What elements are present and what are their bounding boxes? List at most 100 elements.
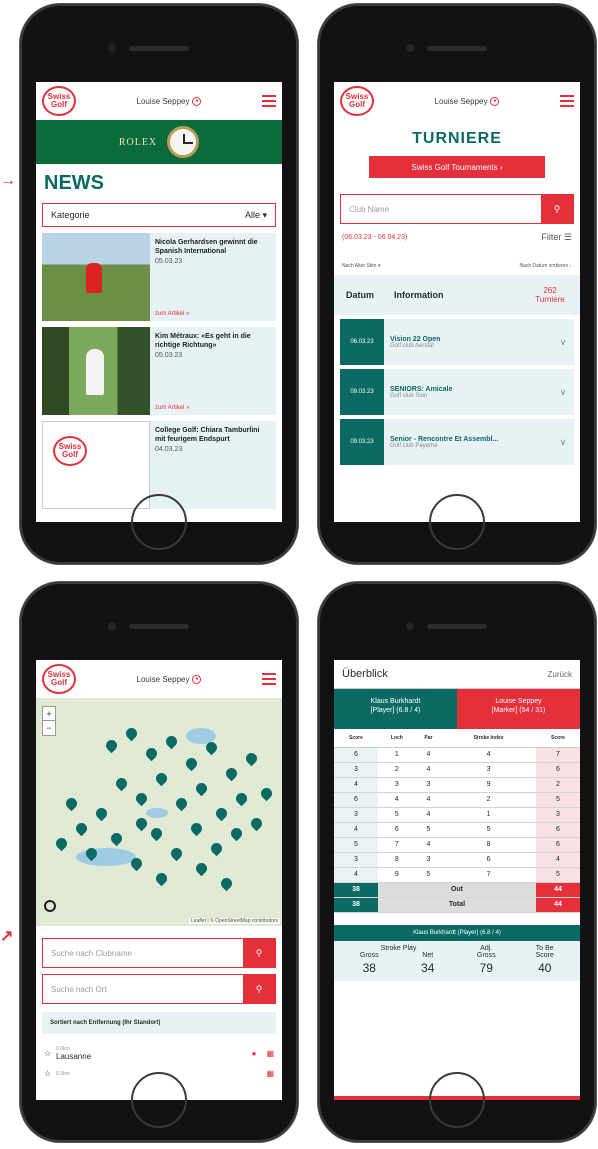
- read-more-link[interactable]: zum Artikel »: [155, 405, 189, 411]
- club-pin-icon[interactable]: [163, 733, 180, 750]
- home-button[interactable]: [429, 1072, 485, 1128]
- map-attribution[interactable]: Leaflet | © OpenStreetMap contributors: [189, 918, 280, 924]
- menu-icon[interactable]: [262, 673, 276, 685]
- locate-icon[interactable]: [44, 900, 56, 912]
- swiss-golf-logo[interactable]: Swiss Golf: [42, 664, 76, 694]
- club-pin-icon[interactable]: [108, 830, 125, 847]
- club-pin-icon[interactable]: [213, 805, 230, 822]
- search-icon[interactable]: ⚲: [243, 975, 275, 1003]
- filter-button[interactable]: Filter ☰: [541, 232, 572, 243]
- back-button[interactable]: Zurück: [548, 670, 572, 679]
- swiss-golf-tournaments-button[interactable]: Swiss Golf Tournaments ›: [369, 156, 545, 178]
- club-pin-icon[interactable]: [208, 840, 225, 857]
- club-search: Suche nach Clubname ⚲: [42, 938, 276, 968]
- club-pin-icon[interactable]: [223, 765, 240, 782]
- sort-left[interactable]: Nach Alter Stim ▾: [342, 263, 380, 269]
- user-profile[interactable]: Louise Seppey ●: [137, 96, 202, 106]
- speaker: [427, 624, 487, 629]
- phone-news: Swiss Golf Louise Seppey ● ROLEX NEWS Kate…: [20, 4, 298, 564]
- club-pin-icon[interactable]: [133, 815, 150, 832]
- camera: [406, 622, 414, 630]
- club-pin-icon[interactable]: [113, 775, 130, 792]
- star-icon[interactable]: ☆: [44, 1069, 56, 1078]
- club-pin-icon[interactable]: [133, 790, 150, 807]
- player-tab[interactable]: Klaus Burkhardt [Player] (6.8 / 4): [334, 689, 457, 729]
- calendar-icon[interactable]: ▦: [266, 1069, 274, 1078]
- date-range[interactable]: (06.03.23 - 06.04.23): [342, 234, 407, 241]
- club-map[interactable]: + − Leaflet | © OpenStreetMap contributo…: [36, 698, 282, 926]
- app-header: Swiss Golf Louise Seppey ●: [36, 82, 282, 120]
- club-pin-icon[interactable]: [183, 755, 200, 772]
- home-button[interactable]: [131, 494, 187, 550]
- chevron-down-icon[interactable]: ∨: [552, 337, 574, 348]
- zoom-out-button[interactable]: −: [43, 721, 55, 735]
- news-date: 05.03.23: [155, 352, 183, 359]
- club-pin-icon[interactable]: [233, 790, 250, 807]
- club-pin-icon[interactable]: [168, 845, 185, 862]
- club-pin-icon[interactable]: [63, 795, 80, 812]
- sort-right[interactable]: Nach Datum sortieren ↓: [519, 263, 572, 269]
- arrow-right-icon: →: [0, 172, 16, 189]
- place-search: Suche nach Ort ⚲: [42, 974, 276, 1004]
- marker-tab[interactable]: Louise Seppey [Marker] (54 / 31): [457, 689, 580, 729]
- news-item[interactable]: Kim Métraux: «Es geht in die richtige Ri…: [42, 327, 276, 415]
- chevron-down-icon[interactable]: ∨: [552, 437, 574, 448]
- club-row[interactable]: ☆ 0.0km Lausanne ● ▦: [36, 1042, 282, 1065]
- page-title: TURNIERE: [412, 130, 502, 147]
- club-pin-icon[interactable]: [73, 820, 90, 837]
- club-name-input[interactable]: Suche nach Clubname: [43, 939, 243, 967]
- club-pin-icon[interactable]: [188, 820, 205, 837]
- menu-icon[interactable]: [262, 95, 276, 107]
- hole-row: 43392: [334, 777, 580, 793]
- filter-row: (06.03.23 - 06.04.23) Filter ☰: [334, 230, 580, 245]
- zoom-in-button[interactable]: +: [43, 707, 55, 721]
- read-more-link[interactable]: zum Artikel »: [155, 311, 189, 317]
- club-pin-icon[interactable]: [193, 860, 210, 877]
- club-pin-icon[interactable]: [103, 737, 120, 754]
- club-pin-icon[interactable]: [93, 805, 110, 822]
- players-header: Klaus Burkhardt [Player] (6.8 / 4) Louise…: [334, 689, 580, 729]
- home-button[interactable]: [131, 1072, 187, 1128]
- rolex-banner[interactable]: ROLEX: [36, 120, 282, 164]
- star-icon[interactable]: ☆: [44, 1049, 56, 1058]
- club-pin-icon[interactable]: [173, 795, 190, 812]
- tournament-row[interactable]: 09.03.23 Senior - Rencontre Et Assembl..…: [340, 419, 574, 465]
- place-input[interactable]: Suche nach Ort: [43, 975, 243, 1003]
- club-pin-icon[interactable]: [148, 825, 165, 842]
- search-icon[interactable]: ⚲: [541, 195, 573, 223]
- tournaments-screen: Swiss Golf Louise Seppey ● TURNIERE Swiss …: [334, 82, 580, 522]
- calendar-icon[interactable]: ▦: [266, 1049, 274, 1058]
- club-pin-icon[interactable]: [143, 745, 160, 762]
- arrow-up-right-icon: ↗: [0, 928, 14, 945]
- user-profile[interactable]: Louise Seppey ●: [435, 96, 500, 106]
- swiss-golf-logo[interactable]: Swiss Golf: [340, 86, 374, 116]
- category-select[interactable]: Kategorie Alle ▾: [42, 203, 276, 227]
- phone-map: Swiss Golf Louise Seppey ● + − Leaflet | ©…: [20, 582, 298, 1142]
- club-pin-icon[interactable]: [193, 780, 210, 797]
- club-pin-icon[interactable]: [243, 750, 260, 767]
- globe-icon[interactable]: ●: [252, 1049, 257, 1058]
- club-name-input[interactable]: Club Name: [341, 195, 541, 223]
- search-icon[interactable]: ⚲: [243, 939, 275, 967]
- club-pin-icon[interactable]: [248, 815, 265, 832]
- club-pin-icon[interactable]: [123, 725, 140, 742]
- phone-scorecard: Überblick Zurück Klaus Burkhardt [Player]…: [318, 582, 596, 1142]
- news-headline: Kim Métraux: «Es geht in die richtige Ri…: [155, 333, 251, 349]
- tournament-row[interactable]: 09.03.23 SENIORS: Amicale Golf club Sion …: [340, 369, 574, 415]
- hole-row: 35413: [334, 807, 580, 823]
- home-button[interactable]: [429, 494, 485, 550]
- club-pin-icon[interactable]: [228, 825, 245, 842]
- swiss-golf-logo[interactable]: Swiss Golf: [42, 86, 76, 116]
- tournament-row[interactable]: 06.03.23 Vision 22 Open Golf club Aerstal…: [340, 319, 574, 365]
- user-profile[interactable]: Louise Seppey ●: [137, 674, 202, 684]
- club-pin-icon[interactable]: [218, 875, 235, 892]
- club-pin-icon[interactable]: [153, 770, 170, 787]
- scorecard-screen: Überblick Zurück Klaus Burkhardt [Player]…: [334, 660, 580, 1100]
- club-pin-icon[interactable]: [258, 785, 275, 802]
- club-pin-icon[interactable]: [153, 870, 170, 887]
- news-item[interactable]: Nicola Gerhardsen gewinnt die Spanish In…: [42, 233, 276, 321]
- camera: [406, 44, 414, 52]
- chevron-down-icon[interactable]: ∨: [552, 387, 574, 398]
- club-pin-icon[interactable]: [53, 835, 70, 852]
- menu-icon[interactable]: [560, 95, 574, 107]
